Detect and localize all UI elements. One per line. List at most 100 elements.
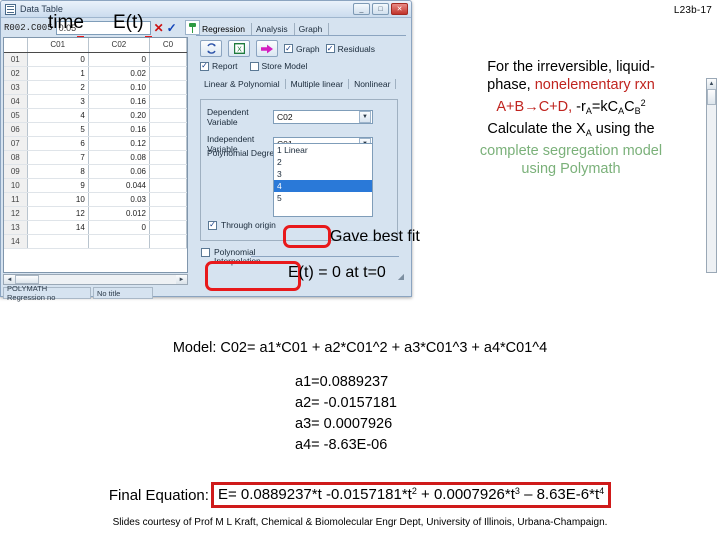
regression-toolbar-row2[interactable]: ✓ Report Store Model: [196, 57, 406, 71]
minimize-button[interactable]: _: [353, 3, 370, 15]
checkbox-polynomial-interpolation-box[interactable]: [201, 248, 210, 257]
table-row[interactable]: 08 7 0.08: [4, 150, 187, 165]
cell-c01[interactable]: 5: [27, 122, 89, 137]
cell-c03[interactable]: [149, 66, 187, 81]
checkbox-store-model-box[interactable]: [249, 61, 259, 71]
close-button[interactable]: ✕: [391, 3, 408, 15]
cell-c02[interactable]: 0: [88, 52, 151, 67]
table-row[interactable]: 09 8 0.06: [4, 164, 187, 179]
cell-c02[interactable]: 0.012: [88, 206, 151, 221]
data-grid[interactable]: C01 C02 C0 01 0 0 02 1 0.02 03 2 0.10 04 3 0.16 05 4 0…: [3, 37, 188, 273]
arrow-right-icon[interactable]: [256, 40, 278, 57]
cell-c02[interactable]: 0.16: [88, 122, 151, 137]
cell-c01[interactable]: [27, 234, 89, 249]
table-row[interactable]: 04 3 0.16: [4, 94, 187, 109]
subtab-multiple-linear[interactable]: Multiple linear: [286, 79, 350, 89]
cell-c03[interactable]: [149, 52, 187, 67]
checkbox-store-model[interactable]: Store Model: [249, 61, 307, 71]
regression-tabs[interactable]: Regression Analysis Graph: [196, 20, 406, 35]
cancel-edit-icon[interactable]: ✕: [154, 22, 164, 34]
refresh-icon[interactable]: [200, 40, 222, 57]
cell-c01[interactable]: 0: [27, 52, 89, 67]
cell-c02[interactable]: 0.12: [88, 136, 151, 151]
cell-c02[interactable]: 0.16: [88, 94, 151, 109]
cell-c01[interactable]: 8: [27, 164, 89, 179]
scroll-left-icon[interactable]: ◄: [4, 275, 15, 284]
maximize-button[interactable]: □: [372, 3, 389, 15]
cell-c03[interactable]: [149, 80, 187, 95]
horizontal-scroll-thumb[interactable]: [15, 275, 39, 284]
cell-c02[interactable]: 0: [88, 220, 151, 235]
checkbox-report-box[interactable]: ✓: [200, 61, 209, 71]
column-header-c02[interactable]: C02: [88, 38, 151, 53]
cell-c01[interactable]: 6: [27, 136, 89, 151]
degree-option-3[interactable]: 3: [274, 168, 372, 180]
dependent-variable-select[interactable]: C02 ▼: [273, 110, 373, 124]
cell-c02[interactable]: 0.10: [88, 80, 151, 95]
degree-option-5[interactable]: 5: [274, 192, 372, 204]
cell-c03[interactable]: [149, 178, 187, 193]
cell-c01[interactable]: 12: [27, 206, 89, 221]
excel-icon[interactable]: X: [228, 40, 250, 57]
cell-c02[interactable]: 0.08: [88, 150, 151, 165]
checkbox-graph[interactable]: ✓ Graph: [284, 44, 320, 54]
degree-option-2[interactable]: 2: [274, 156, 372, 168]
tab-regression[interactable]: Regression: [198, 23, 252, 35]
table-row[interactable]: 11 10 0.03: [4, 192, 187, 207]
table-row[interactable]: 12 12 0.012: [4, 206, 187, 221]
cell-c01[interactable]: 7: [27, 150, 89, 165]
checkbox-through-origin-box[interactable]: ✓: [208, 220, 217, 230]
regression-toolbar[interactable]: X ✓ Graph ✓ Residuals: [196, 37, 406, 57]
cell-c01[interactable]: 3: [27, 94, 89, 109]
resize-grip[interactable]: ◢: [398, 272, 404, 281]
table-row[interactable]: 14: [4, 234, 187, 249]
table-row[interactable]: 01 0 0: [4, 52, 187, 67]
regression-subtabs[interactable]: Linear & Polynomial Multiple linear Nonl…: [196, 75, 406, 89]
cell-c03[interactable]: [149, 206, 187, 221]
cell-c03[interactable]: [149, 192, 187, 207]
cell-c01[interactable]: 4: [27, 108, 89, 123]
table-row[interactable]: 07 6 0.12: [4, 136, 187, 151]
checkbox-residuals-box[interactable]: ✓: [325, 44, 335, 53]
table-row[interactable]: 03 2 0.10: [4, 80, 187, 95]
cell-c01[interactable]: 9: [27, 178, 89, 193]
degree-option-1[interactable]: 1 Linear: [274, 144, 372, 156]
cell-c03[interactable]: [149, 122, 187, 137]
window-controls[interactable]: _ □ ✕: [353, 3, 408, 15]
degree-option-4[interactable]: 4: [274, 180, 372, 192]
table-row[interactable]: 13 14 0: [4, 220, 187, 235]
cell-c03[interactable]: [149, 136, 187, 151]
cell-c02[interactable]: 0.03: [88, 192, 151, 207]
polymath-data-table-window[interactable]: Data Table _ □ ✕ R002.C005 0.05 ✕ ✓ C01 …: [0, 0, 717, 302]
cell-c02[interactable]: [88, 234, 151, 249]
cell-c01[interactable]: 14: [27, 220, 89, 235]
cell-c01[interactable]: 2: [27, 80, 89, 95]
checkbox-through-origin[interactable]: ✓ Through origin: [208, 220, 276, 230]
polynomial-degree-list[interactable]: 1 Linear 2 3 4 5: [273, 143, 373, 217]
cell-c02[interactable]: 0.20: [88, 108, 151, 123]
subtab-linear-polynomial[interactable]: Linear & Polynomial: [199, 79, 286, 89]
cell-c03[interactable]: [149, 164, 187, 179]
cell-c01[interactable]: 10: [27, 192, 89, 207]
table-row[interactable]: 02 1 0.02: [4, 66, 187, 81]
checkbox-graph-box[interactable]: ✓: [284, 44, 293, 53]
checkbox-residuals[interactable]: ✓ Residuals: [325, 44, 375, 54]
cell-c02[interactable]: 0.06: [88, 164, 151, 179]
cell-c01[interactable]: 1: [27, 66, 89, 81]
cell-c03[interactable]: [149, 94, 187, 109]
cell-c02[interactable]: 0.02: [88, 66, 151, 81]
subtab-nonlinear[interactable]: Nonlinear: [349, 79, 397, 89]
cell-c03[interactable]: [149, 150, 187, 165]
table-row[interactable]: 10 9 0.044: [4, 178, 187, 193]
cell-c03[interactable]: [149, 234, 187, 249]
cell-c03[interactable]: [149, 220, 187, 235]
cell-c02[interactable]: 0.044: [88, 178, 151, 193]
column-header-c03[interactable]: C0: [149, 38, 187, 53]
chevron-down-icon[interactable]: ▼: [359, 111, 371, 123]
tab-graph[interactable]: Graph: [295, 23, 330, 35]
cell-c03[interactable]: [149, 108, 187, 123]
checkbox-report[interactable]: ✓ Report: [200, 61, 238, 71]
accept-edit-icon[interactable]: ✓: [167, 22, 177, 34]
table-row[interactable]: 06 5 0.16: [4, 122, 187, 137]
column-header-c01[interactable]: C01: [27, 38, 89, 53]
